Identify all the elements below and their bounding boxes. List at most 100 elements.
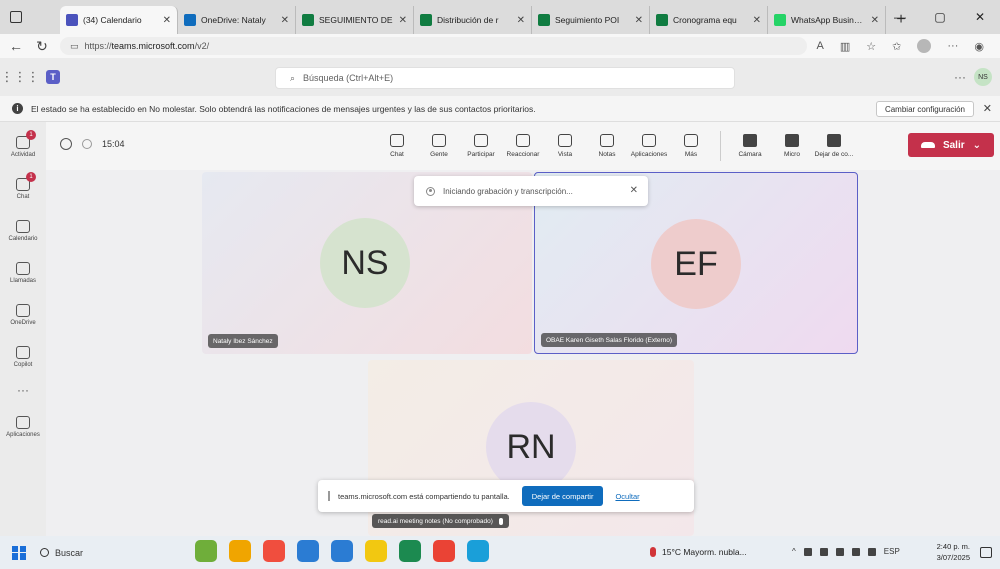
- address-bar: ← ↻ ▭ https://teams.microsoft.com/v2/ A …: [0, 34, 1000, 58]
- meeting-info: 15:04: [60, 138, 125, 150]
- tab-label: (34) Calendario: [83, 15, 142, 25]
- rail-label: Llamadas: [9, 278, 36, 284]
- browser-menu-icon[interactable]: ···: [947, 40, 958, 52]
- user-avatar[interactable]: NS: [974, 68, 992, 86]
- tool-label: Micro: [784, 151, 800, 158]
- meeting-tool-button[interactable]: Reaccionar: [502, 128, 544, 164]
- meeting-tool-button[interactable]: Gente: [418, 128, 460, 164]
- meeting-tool-button[interactable]: Vista: [544, 128, 586, 164]
- browser-tab[interactable]: (34) Calendario ✕: [60, 6, 178, 34]
- hide-link[interactable]: Ocultar: [615, 492, 639, 501]
- tab-favicon-icon: [656, 14, 668, 26]
- close-tab-icon[interactable]: ✕: [163, 15, 171, 26]
- stop-sharing-button[interactable]: Dejar de compartir: [521, 486, 604, 506]
- close-tab-icon[interactable]: ✕: [517, 15, 525, 26]
- browser-tab[interactable]: Seguimiento POI ✕: [532, 6, 650, 34]
- close-tab-icon[interactable]: ✕: [635, 15, 643, 26]
- chevron-up-icon[interactable]: ^: [792, 547, 796, 556]
- taskbar-app-icon[interactable]: [467, 540, 489, 562]
- browser-tab[interactable]: Cronograma equ ✕: [650, 6, 768, 34]
- browser-tab[interactable]: SEGUIMIENTO DE ✕: [296, 6, 414, 34]
- browser-tab[interactable]: Distribución de r ✕: [414, 6, 532, 34]
- rail-label: Actividad: [10, 152, 36, 158]
- rail-item[interactable]: Calendario: [0, 212, 46, 250]
- rail-icon: [16, 346, 30, 359]
- tool-icon: [600, 134, 614, 147]
- url-field[interactable]: ▭ https://teams.microsoft.com/v2/: [60, 37, 807, 55]
- clock[interactable]: 2:40 p. m. 3/07/2025: [937, 541, 970, 563]
- volume-icon[interactable]: [867, 547, 876, 556]
- meeting-tool-button[interactable]: Chat: [376, 128, 418, 164]
- workspaces-icon[interactable]: [10, 11, 22, 23]
- taskbar-search[interactable]: Buscar: [40, 542, 190, 564]
- tray-app-icon[interactable]: [803, 547, 812, 556]
- rail-item[interactable]: Llamadas: [0, 254, 46, 292]
- taskbar-app-icon[interactable]: [263, 540, 285, 562]
- phone-icon: [920, 142, 935, 148]
- app-launcher-icon[interactable]: ⋮⋮⋮: [0, 69, 40, 85]
- close-icon[interactable]: ✕: [630, 185, 638, 196]
- meeting-tool-button[interactable]: Aplicaciones: [628, 128, 670, 164]
- battery-icon[interactable]: [835, 547, 844, 556]
- minimize-icon[interactable]: —: [880, 0, 920, 34]
- tool-icon: [474, 134, 488, 147]
- language-indicator[interactable]: ESP: [884, 547, 900, 556]
- back-icon[interactable]: ←: [8, 38, 24, 54]
- leave-button[interactable]: Salir ⌄: [908, 133, 994, 157]
- rail-item[interactable]: Aplicaciones: [0, 408, 46, 446]
- taskbar-app-icon[interactable]: [399, 540, 421, 562]
- rail-label: Copilot: [13, 362, 33, 368]
- meeting-toolbar: 15:04 Chat Gente Participar Reaccionar Vista…: [46, 122, 1000, 170]
- meeting-tool-button[interactable]: Notas: [586, 128, 628, 164]
- lock-icon: ▭: [70, 40, 79, 51]
- microphone-icon[interactable]: [819, 547, 828, 556]
- windows-start-icon[interactable]: [12, 545, 26, 560]
- profile-avatar[interactable]: [917, 39, 932, 53]
- tab-list: (34) Calendario ✕ OneDrive: Nataly ✕ SEGUIMI…: [60, 6, 886, 34]
- taskbar-app-icon[interactable]: [229, 540, 251, 562]
- tool-label: Dejar de co...: [814, 151, 854, 158]
- change-settings-button[interactable]: Cambiar configuración: [875, 101, 974, 117]
- meeting-tool-button[interactable]: Micro: [771, 128, 813, 164]
- more-options-icon[interactable]: ···: [954, 70, 966, 84]
- taskbar-app-icon[interactable]: [297, 540, 319, 562]
- split-screen-icon[interactable]: ▥: [840, 40, 850, 53]
- taskbar-app-icon[interactable]: [331, 540, 353, 562]
- more-apps-icon[interactable]: ···: [17, 380, 29, 404]
- close-tab-icon[interactable]: ✕: [399, 15, 407, 26]
- meeting-tool-button[interactable]: Cámara: [729, 128, 771, 164]
- tool-icon: [558, 134, 572, 147]
- meeting-tool-button[interactable]: Más: [670, 128, 712, 164]
- close-tab-icon[interactable]: ✕: [753, 15, 761, 26]
- drag-handle-icon[interactable]: [328, 491, 330, 501]
- copilot-icon[interactable]: ◉: [974, 40, 984, 53]
- notification-badge: 1: [26, 172, 36, 182]
- favorites-icon[interactable]: ✩: [892, 40, 901, 53]
- notification-icon[interactable]: [980, 547, 992, 558]
- meeting-tool-button[interactable]: Dejar de co...: [813, 128, 855, 164]
- taskbar-app-icon[interactable]: [365, 540, 387, 562]
- favorite-star-icon[interactable]: ☆: [866, 40, 876, 53]
- rail-item[interactable]: Actividad 1: [0, 128, 46, 166]
- tab-favicon-icon: [66, 14, 78, 26]
- close-tab-icon[interactable]: ✕: [281, 15, 289, 26]
- close-icon[interactable]: ✕: [983, 102, 992, 115]
- browser-tab[interactable]: WhatsApp Business ✕: [768, 6, 886, 34]
- taskbar-app-icon[interactable]: [433, 540, 455, 562]
- weather-widget[interactable]: 15°C Mayorm. nubla...: [650, 547, 747, 557]
- search-input[interactable]: ⌕ Búsqueda (Ctrl+Alt+E): [275, 67, 735, 89]
- close-tab-icon[interactable]: ✕: [871, 15, 879, 26]
- maximize-icon[interactable]: ▢: [920, 0, 960, 34]
- taskbar-app-icon[interactable]: [195, 540, 217, 562]
- read-aloud-icon[interactable]: A: [817, 40, 824, 52]
- close-window-icon[interactable]: ✕: [960, 0, 1000, 34]
- meeting-tool-button[interactable]: Participar: [460, 128, 502, 164]
- wifi-icon[interactable]: [851, 547, 860, 556]
- refresh-icon[interactable]: ↻: [34, 38, 50, 55]
- shield-icon[interactable]: [60, 138, 72, 150]
- rail-item[interactable]: Copilot: [0, 338, 46, 376]
- tool-label: Cámara: [738, 151, 762, 158]
- browser-tab[interactable]: OneDrive: Nataly ✕: [178, 6, 296, 34]
- rail-item[interactable]: OneDrive: [0, 296, 46, 334]
- rail-item[interactable]: Chat 1: [0, 170, 46, 208]
